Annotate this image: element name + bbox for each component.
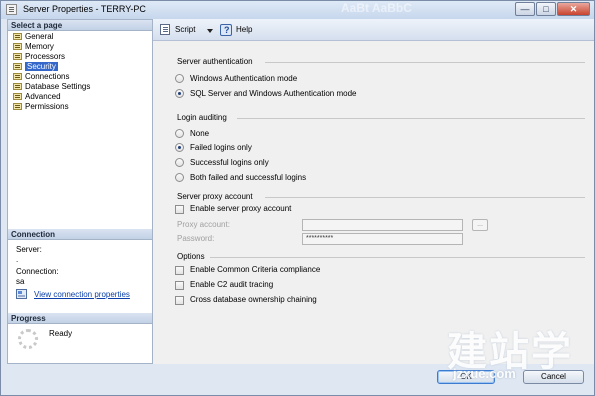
page-item-connections[interactable]: Connections (13, 72, 69, 82)
sql-windows-auth-radio[interactable] (175, 89, 184, 98)
page-item-general[interactable]: General (13, 32, 53, 42)
page-icon (13, 83, 22, 90)
windows-auth-label[interactable]: Windows Authentication mode (190, 74, 297, 84)
page-label: Security (25, 62, 58, 71)
maximize-button[interactable]: □ (536, 2, 556, 16)
server-value: . (16, 255, 19, 264)
audit-both-radio[interactable] (175, 173, 184, 182)
server-authentication-group-title: Server authentication (177, 57, 253, 66)
group-divider (237, 118, 585, 119)
audit-failed-radio[interactable] (175, 143, 184, 152)
page-label: Database Settings (25, 82, 91, 91)
audit-successful-radio[interactable] (175, 158, 184, 167)
proxy-group-title: Server proxy account (177, 192, 253, 201)
page-label: General (25, 32, 54, 41)
script-dropdown-arrow-icon[interactable] (207, 29, 213, 33)
security-page-content: Server authentication Windows Authentica… (153, 41, 594, 364)
proxy-account-label: Proxy account: (177, 220, 230, 229)
script-icon (160, 24, 170, 35)
view-connection-properties-link[interactable]: View connection properties (34, 290, 130, 299)
server-label: Server: (16, 245, 42, 254)
proxy-browse-button[interactable]: ... (472, 219, 488, 231)
c2-audit-checkbox[interactable] (175, 281, 184, 290)
help-button[interactable]: Help (236, 24, 252, 35)
group-divider (210, 257, 585, 258)
connection-value: sa (16, 277, 25, 286)
cross-db-chaining-checkbox[interactable] (175, 296, 184, 305)
script-button[interactable]: Script (175, 24, 195, 35)
window-title: Server Properties - TERRY-PC (23, 4, 146, 14)
cross-db-chaining-label[interactable]: Cross database ownership chaining (190, 295, 317, 305)
audit-failed-label[interactable]: Failed logins only (190, 143, 252, 153)
group-divider (265, 197, 585, 198)
connection-properties-icon (16, 289, 27, 299)
common-criteria-checkbox[interactable] (175, 266, 184, 275)
enable-proxy-checkbox[interactable] (175, 205, 184, 214)
watermark-url: jzxue.com (453, 366, 516, 381)
page-label: Advanced (25, 92, 61, 101)
sql-windows-auth-label[interactable]: SQL Server and Windows Authentication mo… (190, 89, 356, 99)
page-selector-pane: Select a page General Memory Processors … (7, 19, 153, 364)
cancel-button[interactable]: Cancel (523, 370, 584, 384)
proxy-account-field[interactable] (302, 219, 463, 231)
title-bar[interactable]: Server Properties - TERRY-PC AaBt AaBbC … (1, 1, 594, 19)
page-icon (13, 63, 22, 70)
group-divider (265, 62, 585, 63)
page-icon (13, 33, 22, 40)
page-item-database-settings[interactable]: Database Settings (13, 82, 90, 92)
help-icon (220, 24, 232, 36)
options-group-title: Options (177, 252, 205, 261)
audit-none-label[interactable]: None (190, 129, 209, 139)
background-ghost-text: AaBt AaBbC (341, 1, 412, 15)
windows-auth-radio[interactable] (175, 74, 184, 83)
page-icon (13, 53, 22, 60)
page-item-security[interactable]: Security (13, 62, 58, 72)
audit-none-radio[interactable] (175, 129, 184, 138)
progress-status: Ready (49, 329, 73, 338)
page-icon (13, 93, 22, 100)
server-properties-window: Server Properties - TERRY-PC AaBt AaBbC … (0, 0, 595, 396)
c2-audit-label[interactable]: Enable C2 audit tracing (190, 280, 273, 290)
close-button[interactable]: ✕ (557, 2, 590, 16)
page-label: Processors (25, 52, 66, 61)
select-page-header: Select a page (8, 20, 152, 31)
password-field[interactable]: ********** (302, 233, 463, 245)
window-icon (6, 4, 17, 15)
page-label: Permissions (25, 102, 69, 111)
page-item-advanced[interactable]: Advanced (13, 92, 61, 102)
audit-both-label[interactable]: Both failed and successful logins (190, 173, 306, 183)
page-item-processors[interactable]: Processors (13, 52, 65, 62)
connection-header: Connection (8, 229, 152, 240)
minimize-button[interactable]: — (515, 2, 535, 16)
page-label: Memory (25, 42, 54, 51)
toolbar: Script Help (153, 19, 594, 41)
page-icon (13, 103, 22, 110)
page-icon (13, 43, 22, 50)
connection-label: Connection: (16, 267, 59, 276)
login-auditing-group-title: Login auditing (177, 113, 227, 122)
progress-header: Progress (8, 313, 152, 324)
progress-spinner-icon (18, 329, 38, 349)
enable-proxy-label[interactable]: Enable server proxy account (190, 204, 291, 214)
page-label: Connections (25, 72, 70, 81)
page-icon (13, 73, 22, 80)
audit-successful-label[interactable]: Successful logins only (190, 158, 269, 168)
password-label: Password: (177, 234, 215, 243)
common-criteria-label[interactable]: Enable Common Criteria compliance (190, 265, 320, 275)
page-item-permissions[interactable]: Permissions (13, 102, 69, 112)
page-item-memory[interactable]: Memory (13, 42, 54, 52)
